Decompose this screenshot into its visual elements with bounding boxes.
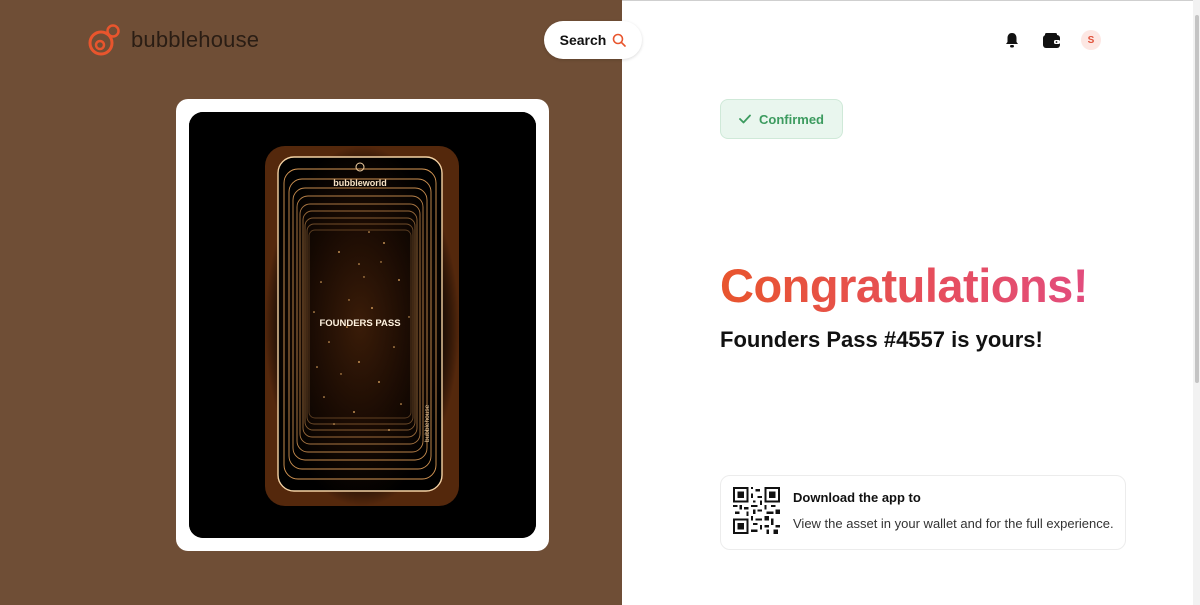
qr-code-icon[interactable] <box>733 487 780 534</box>
notifications-button[interactable] <box>1001 29 1023 51</box>
search-button[interactable]: Search <box>544 21 642 59</box>
download-app-card[interactable] <box>720 475 1126 550</box>
nft-artwork[interactable]: bubbleworld FOUNDERS PASS bubblehouse <box>189 112 536 538</box>
nft-artwork-image: bubbleworld FOUNDERS PASS bubblehouse <box>189 112 536 538</box>
scrollbar-thumb[interactable] <box>1195 15 1199 383</box>
wallet-icon <box>1042 32 1060 48</box>
bubblehouse-logo-icon <box>88 24 120 56</box>
search-icon <box>613 33 627 47</box>
check-icon <box>739 114 751 124</box>
nft-art-brand: bubbleworld <box>333 178 387 188</box>
bell-icon <box>1006 33 1018 48</box>
download-description: View the asset in your wallet and for th… <box>793 516 1114 531</box>
confirmed-badge: Confirmed <box>720 99 843 139</box>
download-title: Download the app to <box>793 490 921 505</box>
nft-art-title: FOUNDERS PASS <box>319 318 400 329</box>
congratulations-heading: Congratulations! <box>720 259 1088 312</box>
search-label: Search <box>559 32 607 48</box>
user-avatar[interactable]: S <box>1081 30 1101 50</box>
confirmed-label: Confirmed <box>759 111 824 127</box>
nft-art-side-label: bubblehouse <box>424 404 431 442</box>
brand-logo[interactable]: bubblehouse <box>87 22 259 58</box>
divider <box>622 0 1200 1</box>
brand-name: bubblehouse <box>131 27 260 52</box>
wallet-button[interactable] <box>1040 29 1062 51</box>
ownership-message: Founders Pass #4557 is yours! <box>720 327 1043 352</box>
